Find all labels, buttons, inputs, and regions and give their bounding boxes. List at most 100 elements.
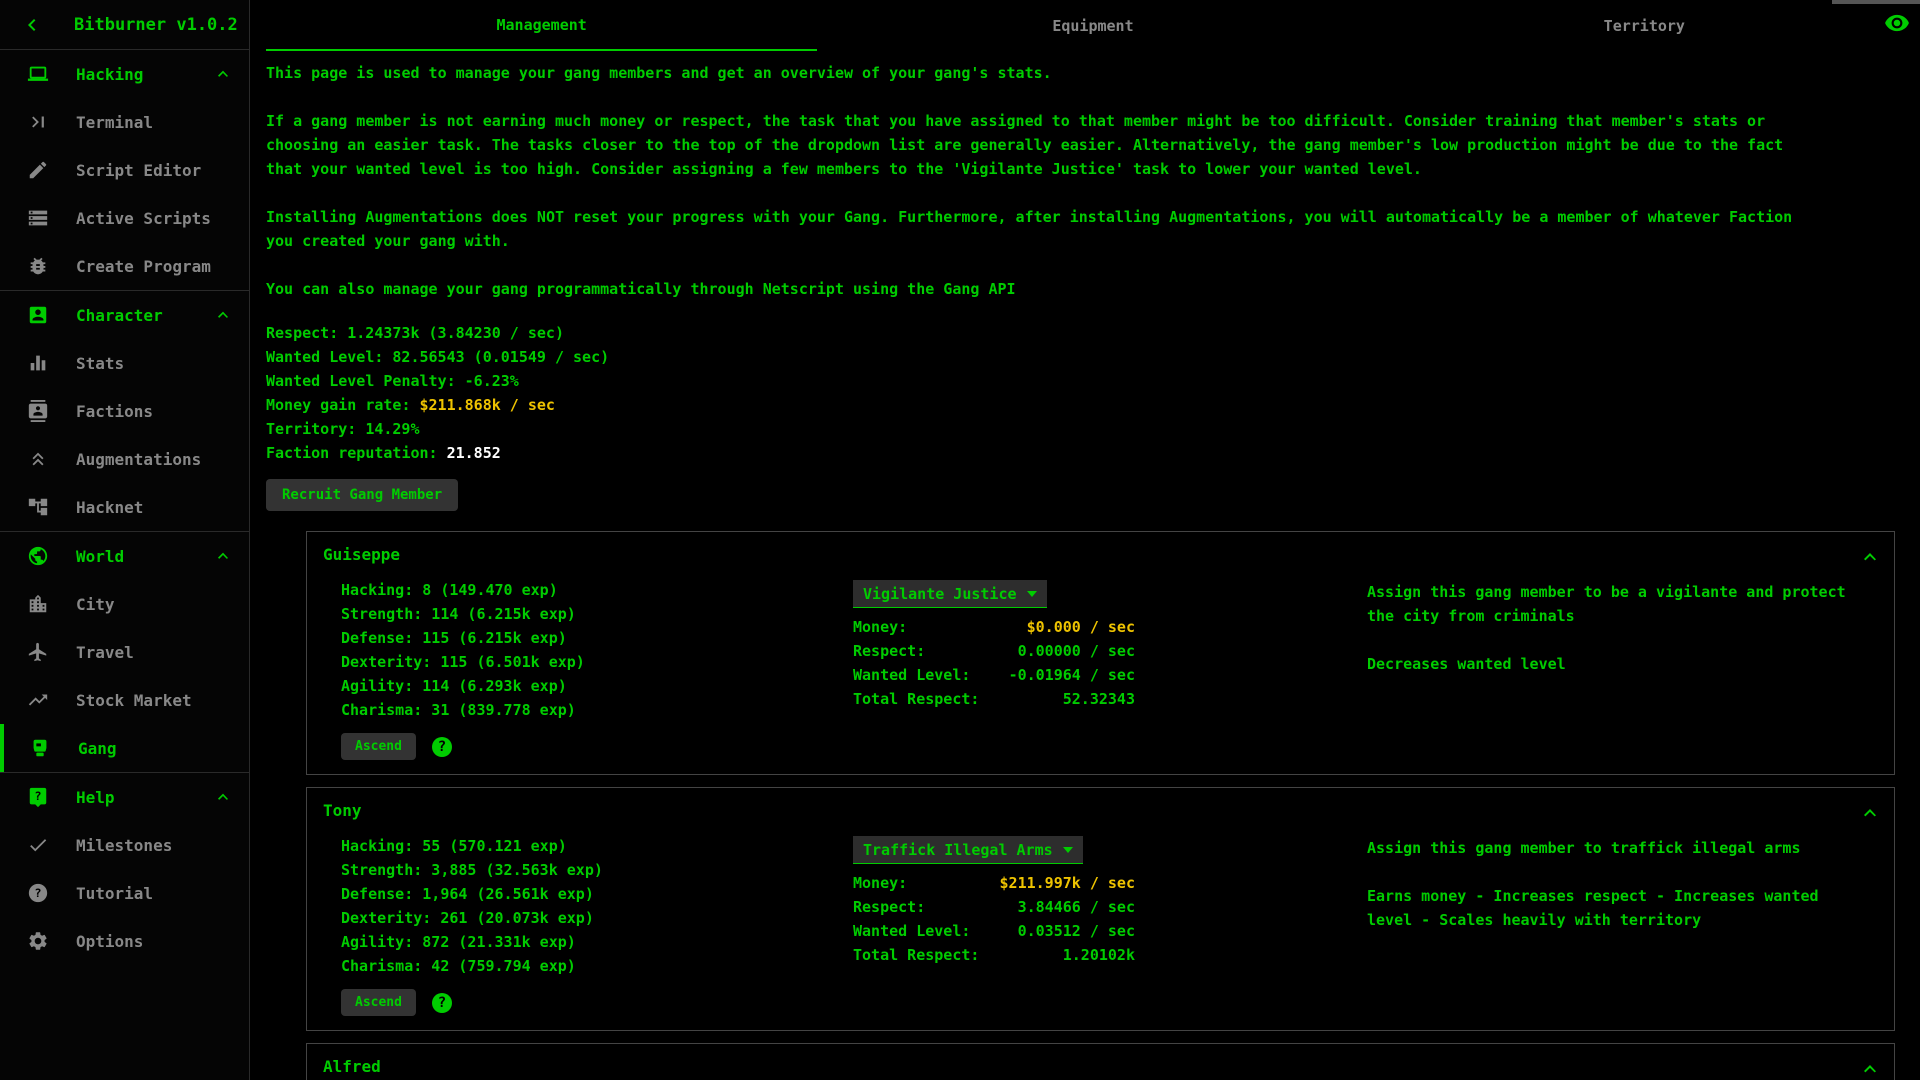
question-circle-icon[interactable]: ?: [432, 993, 452, 1013]
bug-icon: [26, 254, 50, 278]
chevron-up-icon[interactable]: [1858, 545, 1882, 569]
ascend-button[interactable]: Ascend: [341, 989, 416, 1016]
stat-value: -6.23%: [465, 372, 519, 390]
sidebar-item-factions[interactable]: Factions: [0, 387, 249, 435]
gang-wanted-level: Wanted Level:82.56543 (0.01549 / sec): [266, 345, 1920, 369]
member-card-tony: Tony Hacking: 55 (570.121 exp) Strength:…: [306, 787, 1895, 1031]
intro-paragraph-3: Installing Augmentations does NOT reset …: [266, 205, 1920, 253]
help-bubble-icon: ?: [26, 785, 50, 809]
member-stat-defense: Defense: 1,964 (26.561k exp): [341, 882, 853, 906]
prod-respect: Respect:3.84466 / sec: [853, 895, 1135, 919]
ascend-button[interactable]: Ascend: [341, 733, 416, 760]
sidebar-item-terminal[interactable]: Terminal: [0, 98, 249, 146]
sidebar-item-label: Factions: [76, 402, 153, 421]
sidebar-item-label: Travel: [76, 643, 134, 662]
sidebar-item-stats[interactable]: Stats: [0, 339, 249, 387]
member-stat-dexterity: Dexterity: 115 (6.501k exp): [341, 650, 853, 674]
sidebar-item-stock-market[interactable]: Stock Market: [0, 676, 249, 724]
sidebar-section-world[interactable]: World: [0, 532, 249, 580]
storage-icon: [26, 206, 50, 230]
dropdown-arrow-icon: [1063, 847, 1073, 853]
member-task-column: Traffick Illegal Arms Money:$211.997k / …: [853, 834, 1367, 1020]
tab-label: Management: [497, 16, 587, 34]
chevron-left-icon[interactable]: [20, 12, 46, 38]
sidebar-section-label: Hacking: [76, 65, 143, 84]
bar-chart-icon: [26, 351, 50, 375]
prod-label: Wanted Level:: [853, 663, 970, 687]
sidebar-section-hacking[interactable]: Hacking: [0, 50, 249, 98]
prod-label: Total Respect:: [853, 943, 979, 967]
sidebar-item-gang[interactable]: Gang: [0, 724, 249, 772]
sidebar: Bitburner v1.0.2 Hacking Terminal Script…: [0, 0, 250, 1080]
sidebar-section-character[interactable]: Character: [0, 291, 249, 339]
sidebar-item-label: Create Program: [76, 257, 211, 276]
member-stat-dexterity: Dexterity: 261 (20.073k exp): [341, 906, 853, 930]
sidebar-item-milestones[interactable]: Milestones: [0, 821, 249, 869]
chevron-up-icon[interactable]: [213, 64, 233, 84]
sidebar-item-label: Tutorial: [76, 884, 153, 903]
gang-territory: Territory:14.29%: [266, 417, 1920, 441]
chevron-up-icon[interactable]: [213, 546, 233, 566]
sidebar-section-help[interactable]: ? Help: [0, 773, 249, 821]
sidebar-item-tutorial[interactable]: ? Tutorial: [0, 869, 249, 917]
prod-value: 0.00000 / sec: [1018, 639, 1135, 663]
gang-money-gain: Money gain rate:$211.868k / sec: [266, 393, 1920, 417]
task-description: Assign this gang member to traffick ille…: [1367, 834, 1894, 1020]
sidebar-item-options[interactable]: Options: [0, 917, 249, 965]
prod-respect: Respect:0.00000 / sec: [853, 639, 1135, 663]
tab-territory[interactable]: Territory: [1369, 0, 1920, 51]
question-circle-icon: ?: [26, 881, 50, 905]
ascend-row: Ascend ?: [341, 733, 853, 764]
prod-total-respect: Total Respect:1.20102k: [853, 943, 1135, 967]
sidebar-item-hacknet[interactable]: Hacknet: [0, 483, 249, 531]
member-stat-hacking: Hacking: 55 (570.121 exp): [341, 834, 853, 858]
sidebar-item-label: Stats: [76, 354, 124, 373]
tab-equipment[interactable]: Equipment: [817, 0, 1368, 51]
eye-icon[interactable]: [1884, 10, 1910, 36]
sidebar-item-script-editor[interactable]: Script Editor: [0, 146, 249, 194]
chevron-up-icon[interactable]: [1858, 801, 1882, 825]
question-circle-icon[interactable]: ?: [432, 737, 452, 757]
main-panel: Management Equipment Territory This page…: [250, 0, 1920, 1080]
member-stat-agility: Agility: 114 (6.293k exp): [341, 674, 853, 698]
member-stats-column: Hacking: 8 (149.470 exp) Strength: 114 (…: [307, 578, 853, 764]
sidebar-item-label: Stock Market: [76, 691, 192, 710]
sidebar-item-label: Augmentations: [76, 450, 201, 469]
prod-label: Respect:: [853, 895, 925, 919]
sidebar-item-active-scripts[interactable]: Active Scripts: [0, 194, 249, 242]
gang-respect: Respect:1.24373k (3.84230 / sec): [266, 321, 1920, 345]
member-name: Guiseppe: [323, 545, 400, 564]
check-icon: [26, 833, 50, 857]
sidebar-item-travel[interactable]: Travel: [0, 628, 249, 676]
prod-label: Money:: [853, 871, 907, 895]
chevron-up-icon[interactable]: [213, 305, 233, 325]
member-stat-strength: Strength: 114 (6.215k exp): [341, 602, 853, 626]
task-select-dropdown[interactable]: Traffick Illegal Arms: [853, 836, 1083, 864]
member-stat-charisma: Charisma: 42 (759.794 exp): [341, 954, 853, 978]
intro-paragraph-2: If a gang member is not earning much mon…: [266, 109, 1920, 181]
sidebar-item-label: Gang: [78, 739, 117, 758]
task-select-dropdown[interactable]: Vigilante Justice: [853, 580, 1047, 608]
tab-management[interactable]: Management: [266, 0, 817, 51]
sidebar-item-label: Terminal: [76, 113, 153, 132]
stat-label: Wanted Level Penalty:: [266, 372, 456, 390]
sidebar-item-city[interactable]: City: [0, 580, 249, 628]
sidebar-item-label: Active Scripts: [76, 209, 211, 228]
laptop-icon: [26, 62, 50, 86]
management-content: This page is used to manage your gang me…: [250, 61, 1920, 1080]
sidebar-item-create-program[interactable]: Create Program: [0, 242, 249, 290]
member-card-body: Hacking: 55 (570.121 exp) Strength: 3,88…: [307, 825, 1894, 1030]
member-card-body: Hacking: 8 (149.470 exp) Strength: 114 (…: [307, 569, 1894, 774]
chevron-up-icon[interactable]: [1858, 1057, 1882, 1080]
member-card-header: Tony: [307, 788, 1894, 825]
prod-label: Money:: [853, 615, 907, 639]
recruit-gang-member-button[interactable]: Recruit Gang Member: [266, 479, 458, 511]
sidebar-item-augmentations[interactable]: Augmentations: [0, 435, 249, 483]
member-card-alfred: Alfred: [306, 1043, 1895, 1080]
svg-text:?: ?: [34, 886, 41, 900]
task-selected-label: Vigilante Justice: [863, 585, 1017, 603]
chevron-up-icon[interactable]: [213, 787, 233, 807]
member-name: Alfred: [323, 1057, 381, 1076]
sidebar-section-label: World: [76, 547, 124, 566]
prod-wanted: Wanted Level:-0.01964 / sec: [853, 663, 1135, 687]
